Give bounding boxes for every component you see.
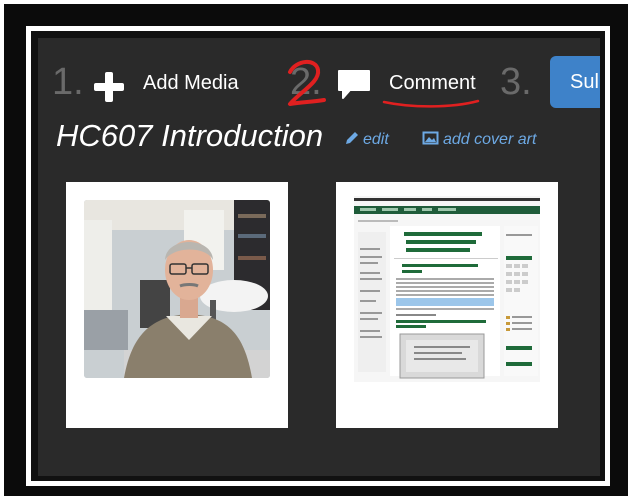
media-panel: 1. Add Media 2. Comment 3. Sul HC607 Int… bbox=[38, 38, 600, 476]
page-title: HC607 Introduction bbox=[56, 118, 324, 153]
plus-icon[interactable] bbox=[94, 72, 124, 102]
person-photo-thumbnail bbox=[84, 200, 270, 378]
media-card-document[interactable] bbox=[336, 182, 558, 428]
add-cover-art-link[interactable]: add cover art bbox=[422, 130, 536, 150]
course-page-thumbnail bbox=[354, 196, 540, 382]
step-3-number: 3. bbox=[500, 61, 532, 103]
office-person-photo bbox=[84, 200, 270, 378]
red-underline-annotation bbox=[382, 99, 480, 108]
pencil-icon bbox=[346, 132, 358, 144]
edit-link-label: edit bbox=[363, 131, 389, 148]
step-1-number: 1. bbox=[52, 61, 84, 103]
handwritten-2-annotation bbox=[288, 60, 326, 106]
image-icon bbox=[422, 131, 439, 145]
comment-icon[interactable] bbox=[336, 68, 372, 102]
comment-button[interactable]: Comment bbox=[389, 71, 476, 95]
add-media-button[interactable]: Add Media bbox=[143, 71, 239, 95]
web-page-thumbnail bbox=[354, 196, 540, 382]
submit-button[interactable]: Sul bbox=[550, 56, 600, 108]
media-card-photo[interactable] bbox=[66, 182, 288, 428]
edit-title-link[interactable]: edit bbox=[344, 130, 389, 150]
add-cover-art-label: add cover art bbox=[443, 131, 537, 148]
